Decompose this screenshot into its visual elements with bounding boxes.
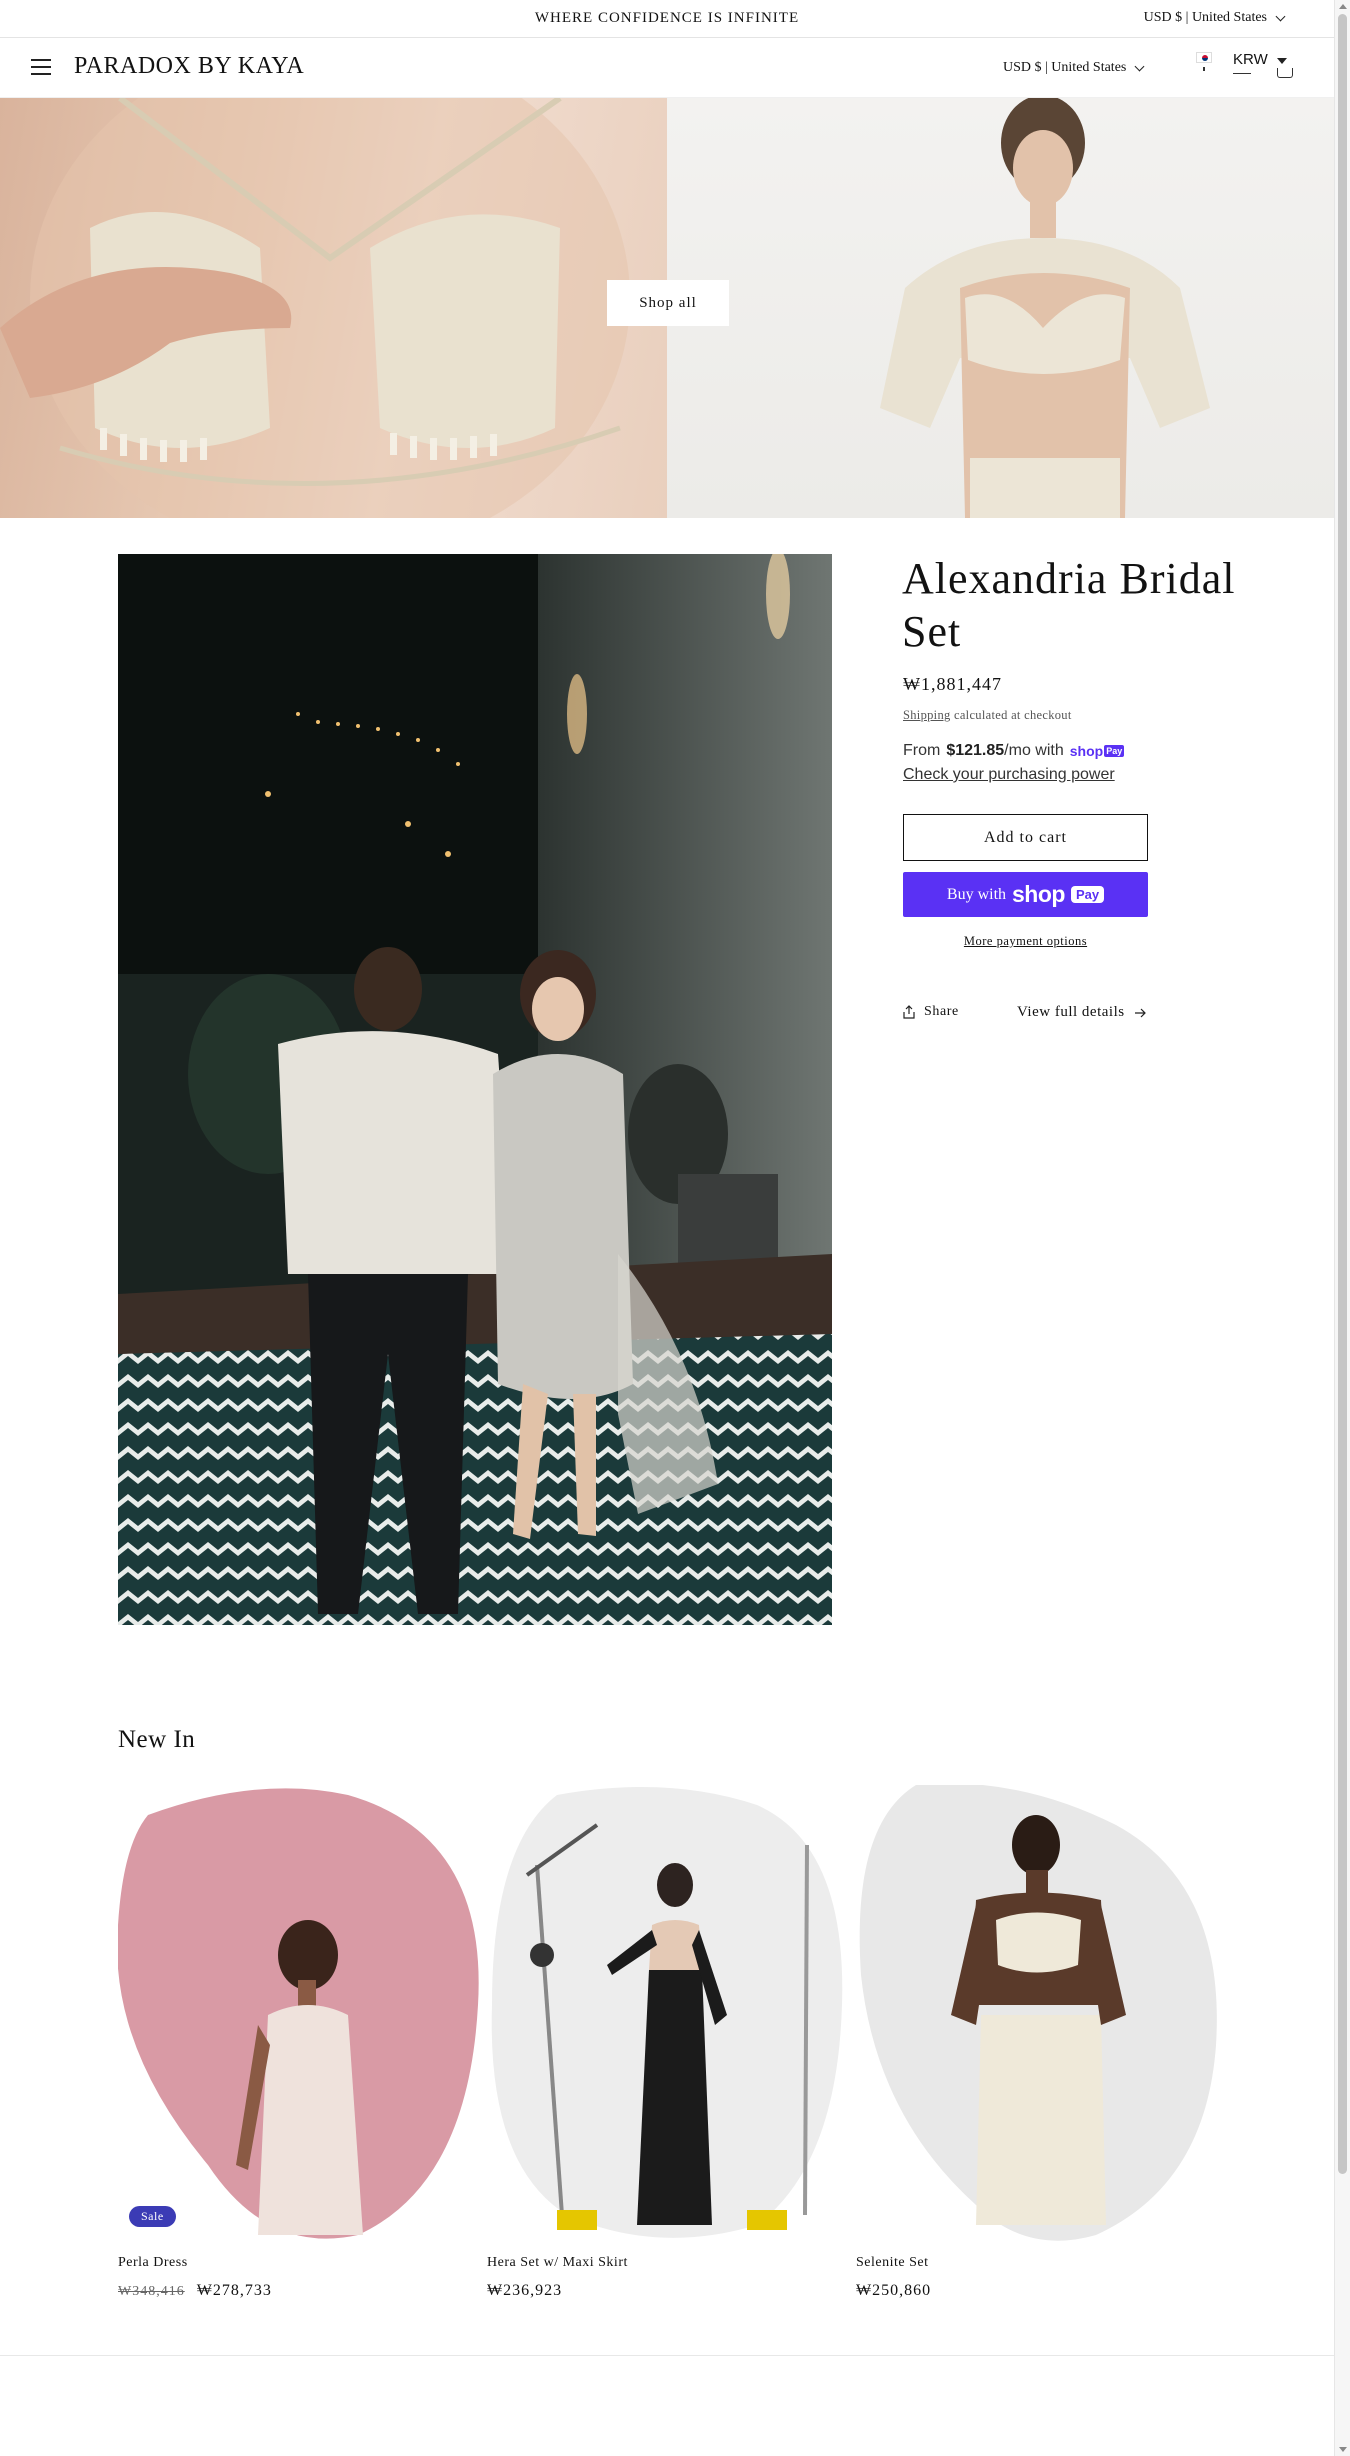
compare-at-price: ₩348,416 <box>118 2284 185 2299</box>
announcement-text: WHERE CONFIDENCE IS INFINITE <box>534 10 800 26</box>
section-heading-new-in: New In <box>118 1726 196 1753</box>
locale-selector[interactable]: USD $ | United States <box>1003 60 1145 76</box>
product-card-price: ₩250,860 <box>856 2282 932 2299</box>
shipping-text: calculated at checkout <box>950 708 1072 722</box>
product-price: ₩1,881,447 <box>903 674 1002 694</box>
cart-icon[interactable] <box>1277 68 1293 78</box>
view-full-label: View full details <box>1017 1004 1125 1020</box>
buy-with-shoppay-button[interactable]: Buy with shop Pay <box>903 872 1148 917</box>
product-card-image[interactable] <box>118 1785 483 2241</box>
product-card-name[interactable]: Selenite Set <box>856 2255 929 2271</box>
section-divider <box>0 2355 1334 2356</box>
hamburger-menu-icon[interactable] <box>31 59 51 75</box>
currency-underline <box>1233 73 1251 74</box>
share-button[interactable]: Share <box>903 1004 959 1020</box>
locale-label: USD $ | United States <box>1003 60 1127 75</box>
product-title: Alexandria Bridal Set <box>902 554 1236 656</box>
installments-prefix: From <box>903 742 941 759</box>
shoppay-logo: shop Pay <box>1069 743 1125 759</box>
product-card-price: ₩348,416 ₩278,733 <box>118 2282 272 2300</box>
locale-label: USD $ | United States <box>1143 10 1267 25</box>
currency-selector[interactable]: KRW <box>1233 51 1268 68</box>
caret-down-icon[interactable] <box>1277 58 1287 64</box>
buy-with-label: Buy with <box>946 885 1007 903</box>
more-payment-options-link[interactable]: More payment options <box>903 934 1148 949</box>
product-photo <box>118 554 832 1625</box>
page-scrollbar[interactable] <box>1334 0 1350 2456</box>
product-image[interactable] <box>118 554 832 1625</box>
chevron-down-icon <box>1275 11 1286 21</box>
site-header: PARADOX BY KAYA USD $ | United States KR… <box>0 38 1334 98</box>
locale-selector-top[interactable]: USD $ | United States <box>1143 10 1286 26</box>
shipping-note: Shipping calculated at checkout <box>903 708 1072 723</box>
share-icon <box>903 1005 915 1019</box>
view-full-details-link[interactable]: View full details <box>1017 1004 1147 1021</box>
add-to-cart-button[interactable]: Add to cart <box>903 814 1148 861</box>
scroll-down-arrow-icon[interactable] <box>1339 2447 1347 2452</box>
shipping-link[interactable]: Shipping <box>903 708 951 722</box>
product-card-image[interactable] <box>856 1785 1221 2241</box>
installments-suffix: /mo with <box>1004 742 1064 759</box>
share-label: Share <box>924 1004 959 1019</box>
product-card-image[interactable] <box>487 1785 852 2241</box>
chevron-down-icon <box>1134 61 1145 71</box>
installments-amount: $121.85 <box>946 742 1005 759</box>
product-card-name[interactable]: Perla Dress <box>118 2255 188 2271</box>
scroll-up-arrow-icon[interactable] <box>1339 4 1347 9</box>
sale-price: ₩278,733 <box>196 2282 272 2299</box>
hero-banner: Shop all <box>0 98 1334 518</box>
announcement-bar: WHERE CONFIDENCE IS INFINITE USD $ | Uni… <box>0 0 1334 38</box>
check-purchasing-power-link[interactable]: Check your purchasing power <box>903 766 1115 784</box>
arrow-right-icon <box>1134 1008 1146 1017</box>
shoppay-pay-badge: Pay <box>1070 886 1105 903</box>
installments-note: From $121.85/mo with shop Pay <box>903 742 1125 760</box>
korea-flag-icon[interactable] <box>1196 52 1212 71</box>
product-card-price: ₩236,923 <box>487 2282 563 2299</box>
sale-badge: Sale <box>129 2206 176 2227</box>
product-card-name[interactable]: Hera Set w/ Maxi Skirt <box>487 2255 628 2271</box>
scrollbar-thumb[interactable] <box>1338 14 1347 2174</box>
site-logo[interactable]: PARADOX BY KAYA <box>74 53 304 80</box>
shoppay-brand: shop <box>1012 881 1065 907</box>
shop-all-button[interactable]: Shop all <box>607 280 729 326</box>
